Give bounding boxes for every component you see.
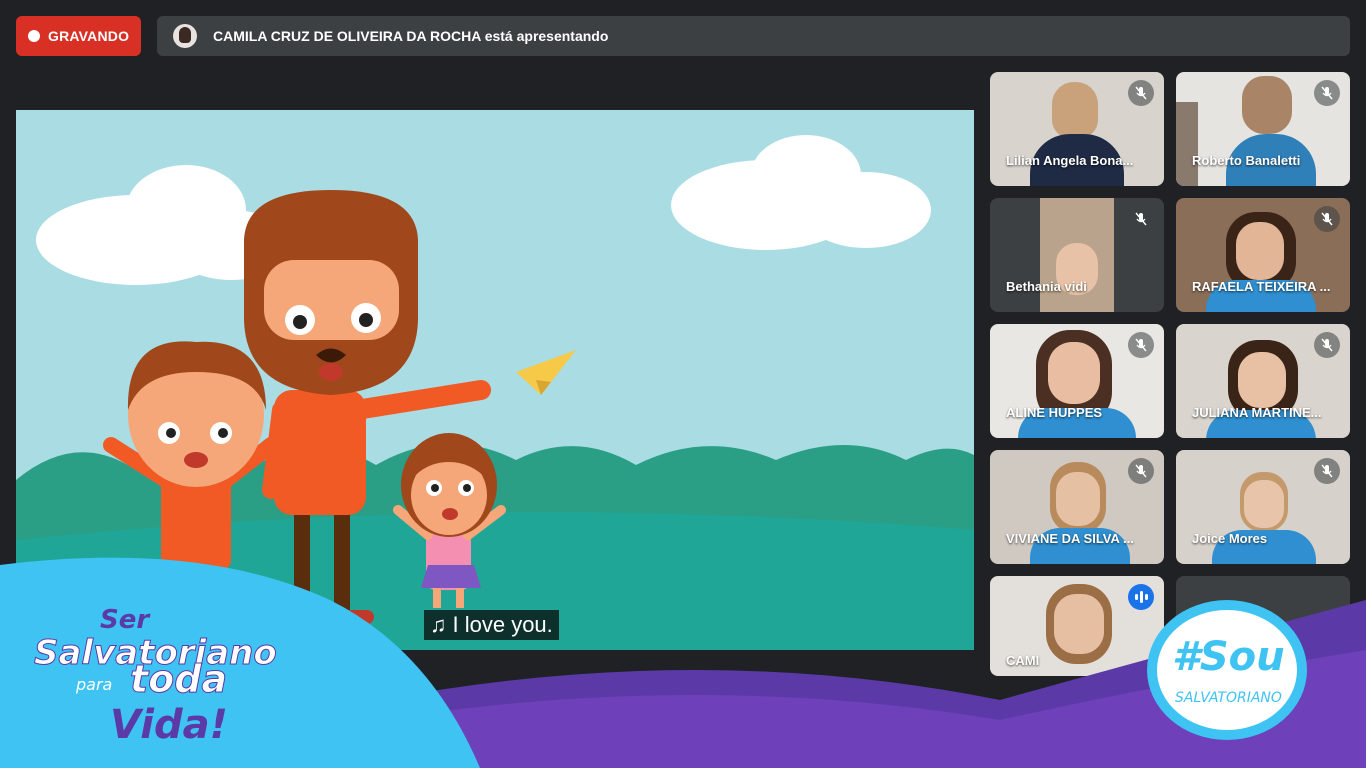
mic-off-icon xyxy=(1314,206,1340,232)
participant-tile[interactable]: Joice Mores xyxy=(1176,450,1350,564)
shared-screen: ♫ I love you. xyxy=(16,110,974,650)
mic-toggle-button[interactable] xyxy=(520,707,560,747)
mic-off-icon xyxy=(1128,206,1154,232)
presenting-text: CAMILA CRUZ DE OLIVEIRA DA ROCHA está ap… xyxy=(213,28,609,44)
mic-off-icon xyxy=(1128,80,1154,106)
participant-tile[interactable]: VIVIANE DA SILVA ... xyxy=(990,450,1164,564)
presenting-banner: CAMILA CRUZ DE OLIVEIRA DA ROCHA está ap… xyxy=(157,16,1350,56)
participant-name: RAFAELA TEIXEIRA ... xyxy=(1192,279,1331,294)
more-participants-tile[interactable] xyxy=(1176,576,1350,676)
participant-tile[interactable]: Bethania vidi xyxy=(990,198,1164,312)
caption-subtitle: ♫ I love you. xyxy=(424,610,559,640)
brand-text-toda: toda xyxy=(130,657,227,701)
raise-hand-button[interactable] xyxy=(624,707,664,747)
cartoon-illustration xyxy=(16,110,974,650)
participant-tile[interactable]: ALINE HUPPES xyxy=(990,324,1164,438)
camera-toggle-button[interactable] xyxy=(572,707,612,747)
mic-off-icon xyxy=(1128,332,1154,358)
speaking-indicator-icon xyxy=(1128,584,1154,610)
more-options-button[interactable] xyxy=(728,707,768,747)
present-button[interactable] xyxy=(676,707,716,747)
mic-off-icon xyxy=(1128,458,1154,484)
participant-name: JULIANA MARTINE... xyxy=(1192,405,1322,420)
participant-name: Lilian Angela Bona... xyxy=(1006,153,1134,168)
participant-name: ALINE HUPPES xyxy=(1006,405,1103,420)
participant-name: Roberto Banaletti xyxy=(1192,153,1301,168)
mic-off-icon xyxy=(1314,80,1340,106)
presenter-avatar xyxy=(173,24,197,48)
mic-off-icon xyxy=(1314,332,1340,358)
participant-tile[interactable]: RAFAELA TEIXEIRA ... xyxy=(1176,198,1350,312)
participant-tile[interactable]: Roberto Banaletti xyxy=(1176,72,1350,186)
music-note-icon: ♫ xyxy=(430,612,447,637)
participant-name: Joice Mores xyxy=(1192,531,1268,546)
recording-label: GRAVANDO xyxy=(48,28,130,44)
participant-name: VIVIANE DA SILVA ... xyxy=(1006,531,1134,546)
record-dot-icon xyxy=(28,30,40,42)
caption-text: I love you. xyxy=(452,612,553,637)
leave-call-button[interactable] xyxy=(780,707,834,747)
participant-tile[interactable]: JULIANA MARTINE... xyxy=(1176,324,1350,438)
participant-name: Bethania vidi xyxy=(1006,279,1087,294)
mic-off-icon xyxy=(1314,458,1340,484)
call-controls xyxy=(520,707,834,747)
participant-tile[interactable]: CAMI xyxy=(990,576,1164,676)
brand-text-word: SALVATORIANO xyxy=(1175,690,1282,706)
recording-indicator[interactable]: GRAVANDO xyxy=(16,16,141,56)
brand-text-vida: Vida! xyxy=(110,702,228,748)
participant-name: CAMI xyxy=(1006,653,1040,668)
participant-tile[interactable]: Lilian Angela Bona... xyxy=(990,72,1164,186)
brand-text-para: para xyxy=(75,675,112,694)
